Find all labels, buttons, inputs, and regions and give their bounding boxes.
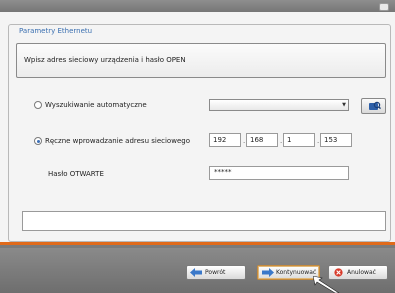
password-input[interactable]: *****: [209, 166, 349, 180]
instruction-box: Wpisz adres sieciowy urządzenia i hasło …: [16, 43, 386, 78]
manual-address-radio[interactable]: [34, 137, 42, 145]
status-field: [22, 211, 386, 231]
ip-separator: .: [243, 137, 246, 145]
group-title: Parametry Ethernetu: [17, 27, 95, 36]
window-close-button[interactable]: [379, 3, 389, 11]
ip-octet-1-input[interactable]: 192: [209, 133, 241, 147]
ip-octet-3-input[interactable]: 1: [283, 133, 315, 147]
manual-address-label: Ręczne wprowadzanie adresu sieciowego: [45, 137, 190, 145]
ip-octet-2-input[interactable]: 168: [246, 133, 278, 147]
next-button[interactable]: Kontynuować: [257, 265, 320, 280]
chevron-down-icon: ▼: [342, 102, 346, 108]
cancel-button-label: Anulować: [347, 269, 376, 276]
device-dropdown[interactable]: ▼: [209, 99, 349, 111]
ip-separator: .: [317, 137, 320, 145]
search-devices-button[interactable]: [361, 98, 386, 114]
ip-octet-4-input[interactable]: 153: [320, 133, 352, 147]
instruction-text: Wpisz adres sieciowy urządzenia i hasło …: [24, 56, 186, 64]
password-label: Hasło OTWARTE: [48, 170, 104, 178]
search-device-icon: [369, 101, 381, 110]
auto-search-radio[interactable]: [34, 101, 42, 109]
mouse-cursor-icon: [313, 276, 340, 293]
arrow-left-icon: [190, 268, 202, 277]
arrow-right-icon: [262, 268, 274, 277]
back-button-label: Powrót: [205, 269, 226, 276]
title-bar: [0, 0, 395, 12]
back-button[interactable]: Powrót: [186, 265, 246, 280]
auto-search-label: Wyszukiwanie automatyczne: [45, 101, 147, 109]
ip-separator: .: [280, 137, 283, 145]
next-button-label: Kontynuować: [276, 269, 317, 276]
